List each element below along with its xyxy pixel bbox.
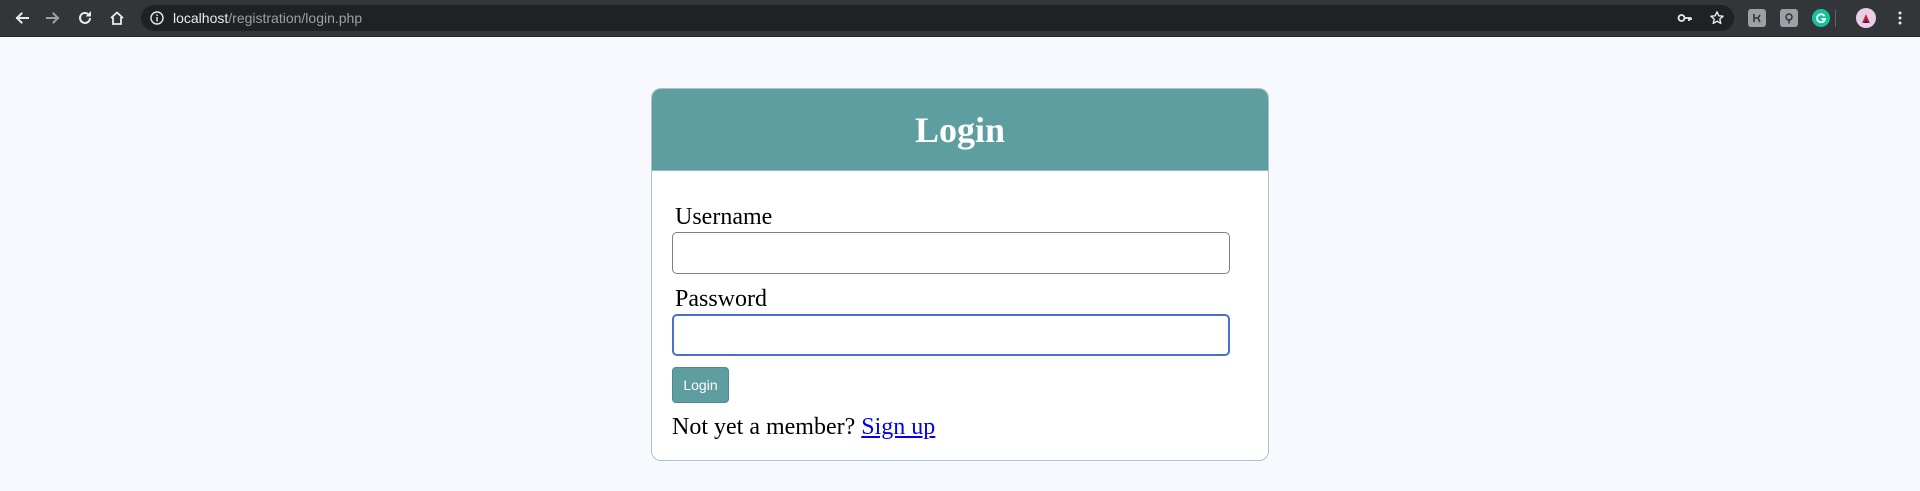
username-label: Username [675, 204, 773, 230]
signup-prompt-text: Not yet a member? [672, 414, 862, 440]
key-icon [1677, 14, 1692, 22]
arrow-left-icon [15, 12, 29, 24]
grammarly-icon [1816, 13, 1827, 24]
extension-button[interactable] [1748, 9, 1766, 27]
password-label: Password [675, 286, 768, 312]
extension-icon [1753, 14, 1761, 23]
avatar-icon [1862, 14, 1870, 23]
grammarly-button[interactable] [1812, 9, 1830, 27]
profile-avatar[interactable] [1856, 8, 1876, 28]
home-icon [110, 11, 124, 25]
reload-button[interactable] [73, 6, 97, 30]
home-button[interactable] [105, 6, 129, 30]
url-path: /registration/login.php [228, 10, 363, 26]
signup-prompt: Not yet a member? Sign up [672, 413, 935, 442]
lightbulb-icon [1785, 13, 1793, 24]
forward-button[interactable] [41, 6, 65, 30]
password-input[interactable] [672, 314, 1230, 356]
address-bar[interactable]: localhost/registration/login.php [141, 5, 1734, 31]
extension-button[interactable] [1780, 9, 1798, 27]
login-card: Login Username Password Login Not yet a … [651, 88, 1269, 461]
url-text: localhost/registration/login.php [173, 5, 362, 31]
url-host: localhost [173, 10, 229, 26]
login-button[interactable]: Login [672, 367, 729, 403]
username-input[interactable] [672, 232, 1230, 274]
arrow-right-icon [46, 12, 60, 24]
browser-toolbar: localhost/registration/login.php [0, 0, 1920, 37]
reload-icon [79, 11, 91, 24]
info-icon[interactable] [150, 11, 164, 25]
back-button[interactable] [10, 6, 34, 30]
more-vert-icon [1898, 11, 1902, 25]
star-icon [1710, 11, 1724, 25]
menu-button[interactable] [1888, 6, 1912, 30]
bookmark-button[interactable] [1709, 10, 1725, 26]
login-header: Login [652, 89, 1268, 171]
signup-link[interactable]: Sign up [861, 414, 935, 440]
toolbar-separator [1835, 10, 1836, 27]
saved-password-button[interactable] [1677, 10, 1693, 26]
page-title: Login [914, 109, 1006, 150]
